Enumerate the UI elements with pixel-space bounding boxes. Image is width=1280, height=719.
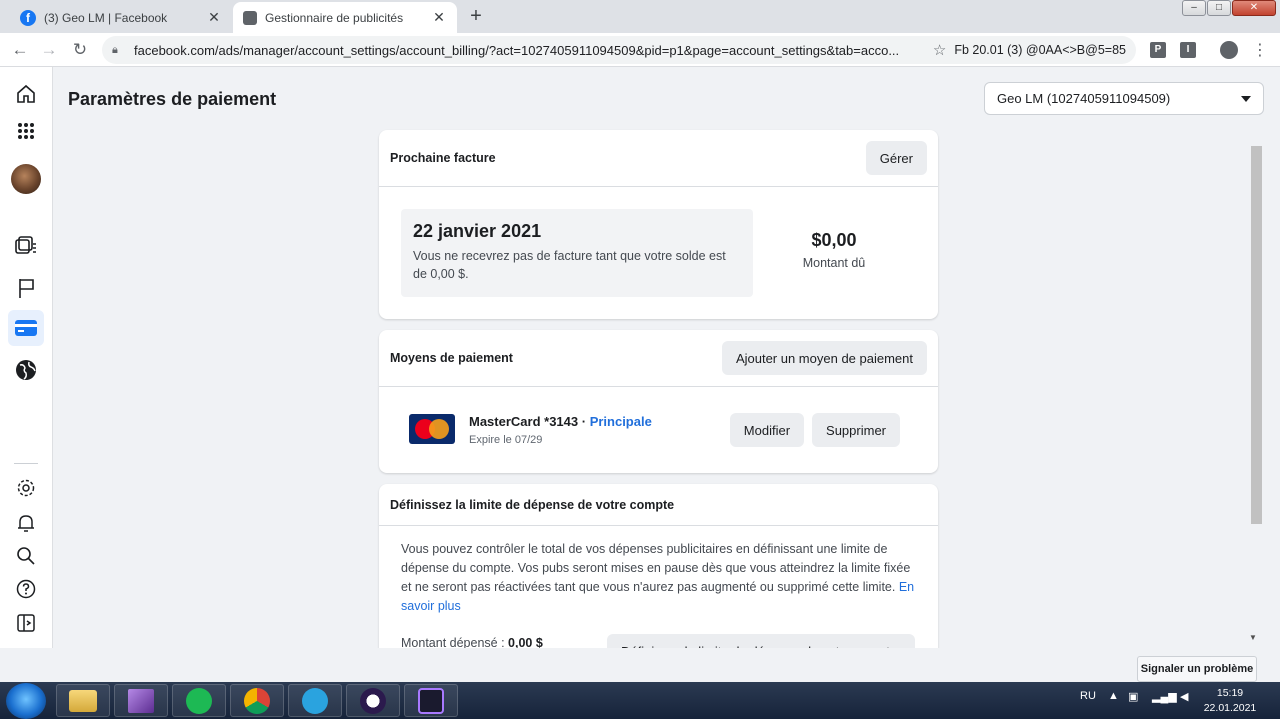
gear-icon[interactable] [13,475,39,501]
invoice-description: Vous ne recevrez pas de facture tant que… [413,249,726,281]
tray-device-icon[interactable]: ▣ [1128,690,1138,703]
help-icon[interactable] [13,576,39,602]
invoice-summary: 22 janvier 2021 Vous ne recevrez pas de … [401,209,753,297]
rail-divider [14,463,38,464]
amount-due-value: $0,00 [811,230,857,250]
spending-limit-text: Vous pouvez contrôler le total de vos dé… [401,542,911,594]
mastercard-logo-icon [409,414,455,444]
card-heading: Prochaine facture [390,151,496,165]
maximize-button[interactable]: □ [1207,0,1231,16]
report-problem-button[interactable]: Signaler un problème [1137,656,1257,682]
flag-icon[interactable] [13,275,39,301]
card-name: MasterCard *3143 [469,414,579,429]
file-explorer-icon[interactable] [56,684,110,717]
tab-ads-manager[interactable]: Gestionnaire de publicités ✕ [233,2,457,33]
payment-methods-card: Moyens de paiement Ajouter un moyen de p… [379,330,938,473]
tab-close-icon[interactable]: ✕ [206,9,222,26]
amount-spent-label: Montant dépensé : [401,636,509,648]
forward-arrow-icon[interactable]: → [38,39,60,61]
home-icon[interactable] [13,81,39,107]
next-invoice-card: Prochaine facture Gérer 22 janvier 2021 … [379,130,938,319]
delete-button[interactable]: Supprimer [812,413,900,447]
chevron-down-icon [1241,95,1251,102]
next-invoice-header: Prochaine facture Gérer [379,130,938,187]
windows-taskbar: RU ▲ ▣ ▂▄▆ ◀ 15:19 22.01.2021 [0,682,1280,719]
volume-icon[interactable]: ◀ [1180,690,1188,703]
tray-expand-icon[interactable]: ▲ [1108,690,1119,702]
window-close-button[interactable]: ✕ [1232,0,1276,16]
bookmark-label: Fb 20.01 (3) @0AA<>B@5=85 [954,43,1126,57]
manage-button[interactable]: Gérer [865,141,927,175]
tab-close-icon[interactable]: ✕ [431,9,447,26]
address-bar[interactable]: 🔒︎ facebook.com/ads/manager/account_sett… [102,36,1136,64]
add-payment-method-button[interactable]: Ajouter un moyen de paiement [721,341,927,375]
set-spending-limit-button[interactable]: Définissez la limite de dépense de votre… [607,634,915,648]
amount-due: $0,00 Montant dû [784,230,884,270]
page-title: Paramètres de paiement [68,89,277,109]
name-separator: · [578,414,590,429]
language-indicator[interactable]: RU [1080,690,1096,702]
spending-limit-header: Définissez la limite de dépense de votre… [379,484,938,526]
edit-button[interactable]: Modifier [729,413,805,447]
browser-toolbar: ← → ↻ 🔒︎ facebook.com/ads/manager/accoun… [0,33,1280,67]
card-expiry: Expire le 07/29 [469,434,543,446]
facebook-favicon-icon: f [20,9,36,26]
account-selector[interactable]: Geo LM (1027405911094509) [984,82,1264,115]
visual-studio-icon[interactable] [114,684,168,717]
amount-spent: Montant dépensé : 0,00 $ [401,636,543,648]
extension-i-icon[interactable]: I [1180,42,1196,58]
payment-method-name: MasterCard *3143 · Principale [469,414,652,429]
tab-facebook[interactable]: f (3) Geo LM | Facebook ✕ [10,2,232,33]
scrollbar[interactable] [1251,146,1262,524]
bookmark-star-icon[interactable]: ☆ [933,41,946,59]
payment-methods-header: Moyens de paiement Ajouter un moyen de p… [379,330,938,387]
spending-limit-card: Définissez la limite de dépense de votre… [379,484,938,648]
account-selector-value: Geo LM (1027405911094509) [997,91,1171,106]
amount-due-label: Montant dû [802,256,866,270]
sidebar-toggle-icon[interactable] [13,610,39,636]
window-controls: – □ ✕ [1181,0,1276,18]
telegram-icon[interactable] [288,684,342,717]
pages-icon[interactable] [13,233,39,259]
more-menu-icon[interactable]: ⋮ [1252,40,1268,60]
globe-icon[interactable] [13,357,39,383]
tab-title: (3) Geo LM | Facebook [44,10,168,25]
browser-tab-bar: f (3) Geo LM | Facebook ✕ Gestionnaire d… [0,0,1280,33]
bell-icon[interactable] [13,510,39,536]
start-button-icon[interactable] [6,683,46,719]
chrome-icon[interactable] [230,684,284,717]
spending-limit-description: Vous pouvez contrôler le total de vos dé… [379,526,938,616]
reload-icon[interactable]: ↻ [69,39,91,61]
invoice-date: 22 janvier 2021 [413,221,542,241]
primary-badge: Principale [589,414,652,429]
new-tab-button[interactable]: + [464,6,488,28]
avatar[interactable] [11,164,41,194]
clock-date: 22.01.2021 [1203,702,1257,714]
url-text: facebook.com/ads/manager/account_setting… [134,42,900,58]
app-icon[interactable] [346,684,400,717]
system-clock[interactable]: 15:19 22.01.2021 [1198,686,1262,716]
scroll-down-arrow-icon[interactable]: ▼ [1249,633,1257,642]
payment-method-actions: Modifier Supprimer [729,413,900,447]
main-content: Paramètres de paiement Geo LM (102740591… [54,67,1280,648]
search-icon[interactable] [13,543,39,569]
back-arrow-icon[interactable]: ← [9,39,31,61]
card-heading: Définissez la limite de dépense de votre… [390,497,675,512]
card-heading: Moyens de paiement [390,351,513,365]
ads-manager-favicon-icon [243,10,257,25]
billing-card-icon[interactable] [8,310,44,346]
profile-icon[interactable] [1220,41,1238,59]
minimize-button[interactable]: – [1182,0,1206,16]
spotify-icon[interactable] [172,684,226,717]
app2-icon[interactable] [404,684,458,717]
network-signal-icon[interactable]: ▂▄▆ [1152,690,1177,703]
lock-icon: 🔒︎ [112,43,118,56]
tab-title: Gestionnaire de publicités [265,10,404,25]
extension-p-icon[interactable]: P [1150,42,1166,58]
payment-method-row: MasterCard *3143 · Principale Expire le … [379,387,938,473]
clock-time: 15:19 [1216,687,1244,699]
amount-spent-value: 0,00 $ [508,636,543,648]
grid-icon[interactable] [13,118,39,144]
left-navigation-rail [0,67,53,648]
